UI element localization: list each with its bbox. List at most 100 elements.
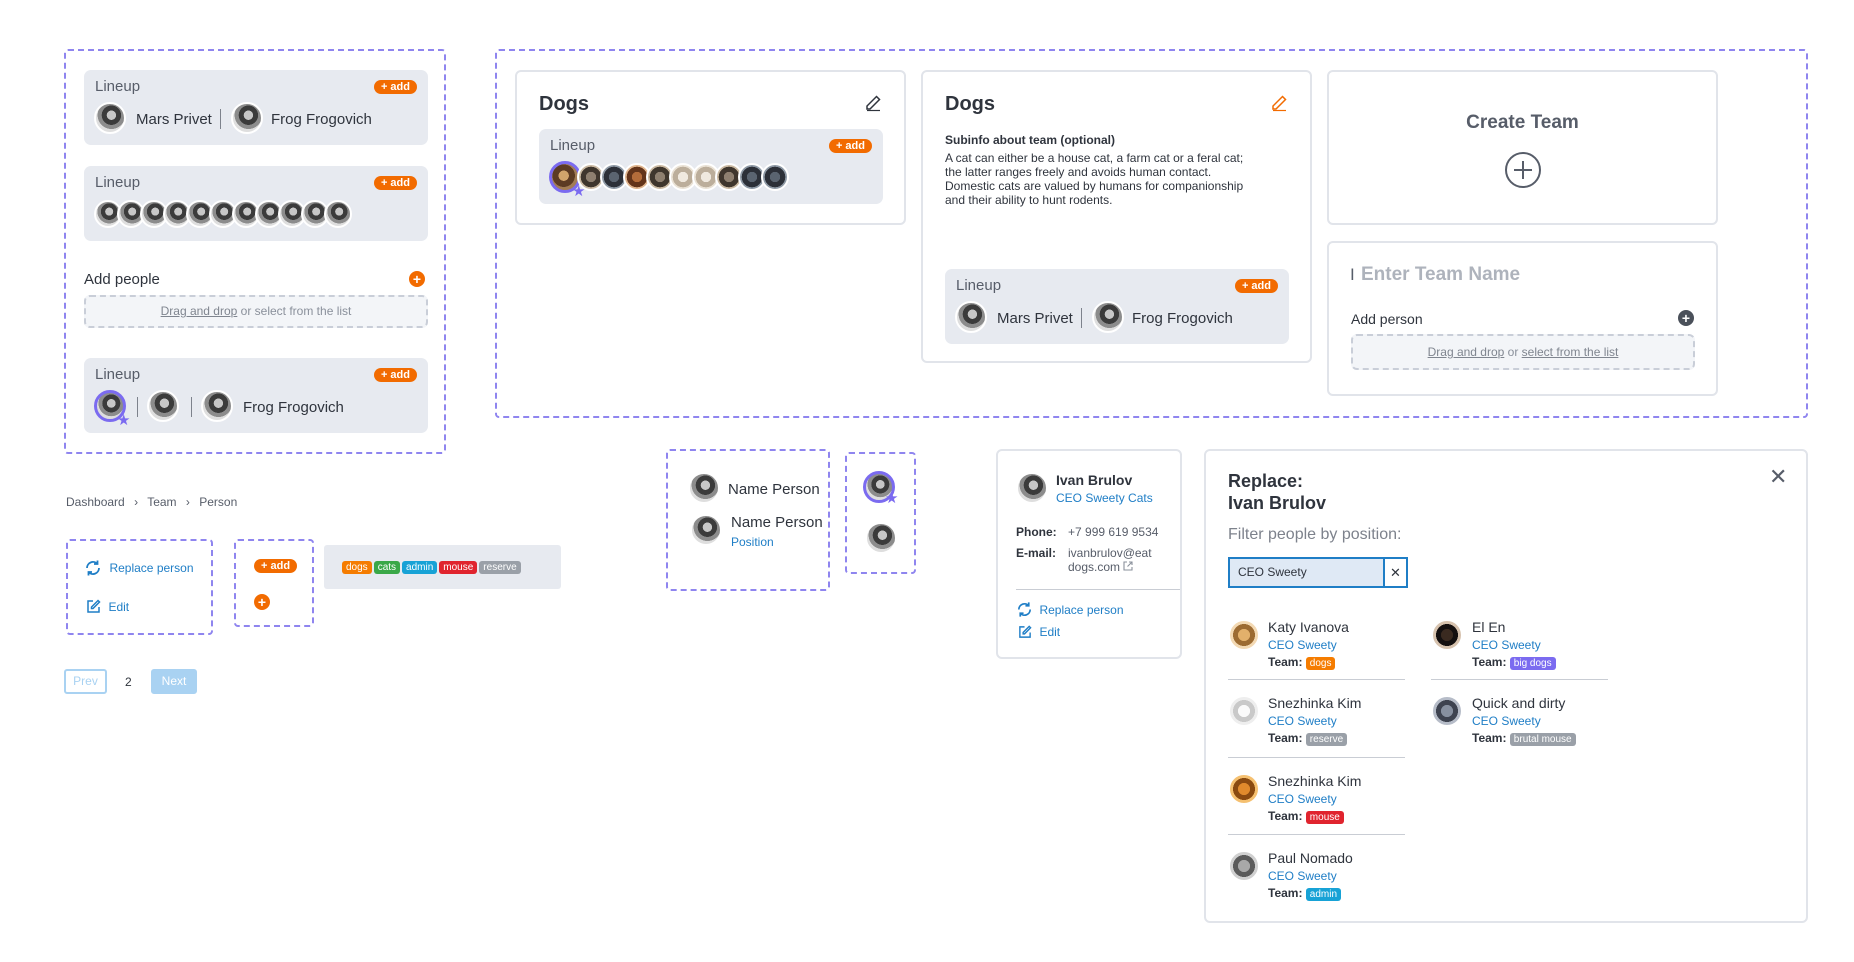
plus-circle-icon[interactable] — [1504, 151, 1542, 189]
replace-person-button[interactable]: Replace person — [1016, 601, 1124, 619]
breadcrumb-dashboard[interactable]: Dashboard — [66, 495, 125, 509]
tag-cats: cats — [373, 561, 401, 574]
avatar — [94, 102, 126, 134]
team-description: A cat can either be a house cat, a farm … — [945, 151, 1244, 207]
avatar — [201, 390, 233, 422]
result-name: Quick and dirty — [1472, 695, 1566, 711]
chevron-right-icon: › — [185, 495, 190, 509]
email-value[interactable]: ivanbrulov@eat dogs.com — [1068, 546, 1152, 574]
replace-person-label: Replace person — [109, 561, 194, 575]
drop-zone[interactable]: Drag and drop or select from the list — [84, 295, 428, 328]
divider — [1431, 679, 1608, 680]
lineup-add-button[interactable]: + add — [373, 368, 417, 382]
avatar — [1016, 472, 1048, 504]
avatar — [1431, 695, 1463, 727]
lineup-card: Lineup + add — [84, 166, 428, 241]
pencil-icon[interactable] — [1270, 94, 1288, 112]
result-item[interactable]: El En CEO Sweety Team: big dogs — [1472, 619, 1642, 670]
replace-person-button[interactable]: Replace person — [84, 559, 194, 577]
add-button[interactable]: + add — [254, 559, 298, 573]
breadcrumb-team[interactable]: Team — [147, 495, 176, 509]
star-icon: ★ — [117, 412, 131, 429]
team-card: Dogs Lineup + add ★ — [515, 70, 906, 225]
drop-zone[interactable]: Drag and drop or select from the list — [1351, 334, 1695, 370]
result-position: CEO Sweety — [1268, 638, 1337, 652]
result-team: Team: mouse — [1268, 809, 1438, 824]
text-cursor-icon: I — [1350, 265, 1355, 284]
avatar — [147, 390, 179, 422]
lineup-add-button[interactable]: + add — [1234, 279, 1278, 293]
prev-button[interactable]: Prev — [64, 669, 107, 694]
team-label: Team: — [1268, 731, 1303, 745]
lineup-add-button[interactable]: + add — [373, 80, 417, 94]
person-name: Name Person — [731, 514, 823, 531]
edit-button[interactable]: Edit — [86, 598, 129, 616]
avatar — [324, 200, 352, 228]
star-icon: ★ — [885, 490, 899, 507]
result-position: CEO Sweety — [1472, 638, 1541, 652]
select-from-list-link[interactable]: select from the list — [1522, 345, 1619, 359]
lineup-add-button[interactable]: + add — [828, 139, 872, 153]
person-name: Frog Frogovich — [243, 399, 344, 416]
refresh-icon — [1017, 602, 1032, 617]
page-number[interactable]: 2 — [125, 675, 132, 689]
drag-and-drop-link[interactable]: Drag and drop — [161, 304, 238, 318]
avatar — [690, 514, 722, 546]
result-team: Team: big dogs — [1472, 655, 1642, 670]
person-name: Frog Frogovich — [271, 111, 372, 128]
clear-filter-icon[interactable]: ✕ — [1383, 559, 1406, 586]
profile-role[interactable]: CEO Sweety Cats — [1056, 491, 1153, 505]
lineup-card: Lineup + add Mars Privet Frog Frogovich — [945, 269, 1289, 344]
replace-panel: Replace: Ivan Brulov ✕ Filter people by … — [1204, 449, 1808, 923]
lineup-add-button[interactable]: + add — [373, 176, 417, 190]
result-item[interactable]: Snezhinka Kim CEO Sweety Team: reserve — [1268, 695, 1438, 746]
result-item[interactable]: Snezhinka Kim CEO Sweety Team: mouse — [1268, 773, 1438, 824]
divider — [1016, 589, 1180, 590]
result-item[interactable]: Paul Nomado CEO Sweety Team: admin — [1268, 850, 1438, 901]
team-card-detailed: Dogs Subinfo about team (optional) A cat… — [921, 70, 1312, 363]
result-team: Team: brutal mouse — [1472, 731, 1642, 746]
person-actions-group — [66, 539, 213, 635]
result-item[interactable]: Katy Ivanova CEO Sweety Team: dogs — [1268, 619, 1438, 670]
lineup-title: Lineup — [95, 366, 141, 383]
email-line-1: ivanbrulov@eat — [1068, 546, 1152, 560]
external-link-icon — [1123, 561, 1133, 571]
avatar — [1228, 695, 1260, 727]
person-position: Position — [731, 535, 774, 549]
lineup-card: Lineup + add ★ Frog Frogovich — [84, 358, 428, 433]
lineup-card: Lineup + add Mars Privet Frog Frogovich — [84, 70, 428, 145]
result-name: Snezhinka Kim — [1268, 773, 1362, 789]
result-item[interactable]: Quick and dirty CEO Sweety Team: brutal … — [1472, 695, 1642, 746]
team-label: Team: — [1472, 655, 1507, 669]
divider — [137, 397, 138, 417]
divider — [1228, 757, 1405, 758]
add-people-plus-icon[interactable]: + — [409, 271, 425, 287]
edit-icon — [1019, 625, 1032, 638]
plus-circle-icon[interactable]: + — [254, 594, 270, 610]
team-tag: big dogs — [1509, 657, 1556, 670]
breadcrumb: Dashboard › Team › Person — [66, 495, 237, 509]
pencil-icon[interactable] — [864, 94, 882, 112]
next-button[interactable]: Next — [151, 669, 197, 694]
profile-card: Ivan Brulov CEO Sweety Cats Phone: +7 99… — [996, 449, 1182, 659]
person-name: Name Person — [728, 481, 820, 498]
result-name: El En — [1472, 619, 1506, 635]
create-team-card[interactable]: Create Team — [1327, 70, 1718, 225]
add-person-plus-icon[interactable]: + — [1678, 310, 1694, 326]
drag-and-drop-link[interactable]: Drag and drop — [1428, 345, 1505, 359]
divider — [1228, 679, 1405, 680]
result-position: CEO Sweety — [1268, 792, 1337, 806]
tag-mouse: mouse — [439, 561, 478, 574]
tag-admin: admin — [402, 561, 438, 574]
person-name: Mars Privet — [136, 111, 212, 128]
lineup-title: Lineup — [550, 137, 596, 154]
divider — [220, 109, 221, 129]
filter-input[interactable]: CEO Sweety ✕ — [1228, 557, 1408, 588]
edit-button[interactable]: Edit — [1018, 623, 1060, 641]
add-person-title: Add person — [1351, 311, 1423, 327]
avatar — [1092, 301, 1124, 333]
close-icon[interactable]: ✕ — [1769, 464, 1787, 490]
edit-label: Edit — [1039, 624, 1061, 639]
email-line-2: dogs.com — [1068, 560, 1121, 574]
team-name-input[interactable]: Enter Team Name — [1361, 264, 1520, 286]
